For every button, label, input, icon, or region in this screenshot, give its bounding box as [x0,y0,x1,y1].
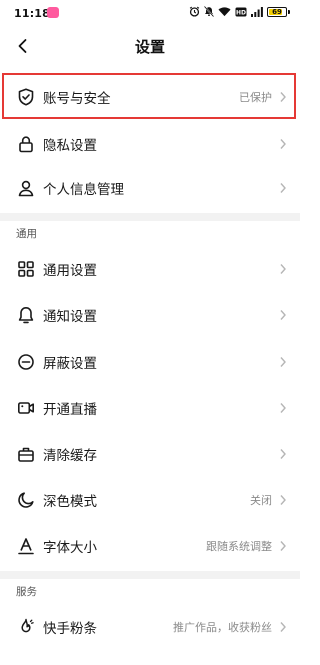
lock-icon [19,135,33,152]
start-live-label: 开通直播 [43,401,97,418]
clear-cache-label: 清除缓存 [43,447,97,464]
status-bar: 11:18 HD 69 [0,0,300,26]
nav-bar: 设置 [0,28,300,64]
section-divider [0,571,300,579]
start-live-row[interactable]: 开通直播 [0,384,300,431]
signal-icon [251,6,263,17]
font-size-label: 字体大小 [43,539,97,556]
alarm-icon [189,6,200,17]
general-section-header: 通用 [16,228,37,240]
chevron-right-icon [280,494,286,505]
chevron-right-icon [280,448,286,459]
app-notification-icon [47,7,59,18]
section-divider [0,213,300,221]
dark-mode-value: 关闭 [250,493,272,507]
person-icon [18,180,34,196]
chevron-right-icon [280,540,286,551]
chevron-right-icon [280,621,286,632]
grid-icon [18,260,34,277]
kuaishou-fans-row[interactable]: 快手粉条 推广作品，收获粉丝 [0,603,300,650]
chevron-right-icon [280,309,286,320]
chevron-right-icon [280,263,286,274]
chevron-right-icon [280,402,286,413]
clear-cache-row[interactable]: 清除缓存 [0,430,300,477]
kuaishou-fans-value: 推广作品，收获粉丝 [173,620,272,634]
video-camera-icon [17,401,34,414]
privacy-settings-label: 隐私设置 [43,137,97,154]
notification-settings-row[interactable]: 通知设置 [0,291,300,338]
font-size-row[interactable]: 字体大小 跟随系统调整 [0,522,300,569]
privacy-settings-row[interactable]: 隐私设置 [0,120,300,167]
notification-settings-label: 通知设置 [43,308,97,325]
kuaishou-fans-label: 快手粉条 [43,620,97,637]
svg-text:HD: HD [236,9,246,16]
text-a-icon [18,537,34,554]
chevron-right-icon [280,182,286,193]
bell-icon [18,306,34,323]
hd-icon: HD [235,7,247,16]
highlight-box [2,73,296,119]
general-settings-row[interactable]: 通用设置 [0,245,300,292]
block-settings-label: 屏蔽设置 [43,355,97,372]
personal-info-label: 个人信息管理 [43,181,124,198]
battery-icon: 69 [267,6,290,17]
block-icon [18,353,34,370]
dark-mode-row[interactable]: 深色模式 关闭 [0,476,300,523]
battery-level: 69 [272,7,282,16]
status-time: 11:18 [14,7,51,20]
personal-info-row[interactable]: 个人信息管理 [0,164,300,211]
page-title: 设置 [134,38,165,56]
general-settings-label: 通用设置 [43,262,97,279]
font-size-value: 跟随系统调整 [206,539,272,553]
briefcase-icon [18,447,34,462]
chevron-right-icon [280,138,286,149]
moon-icon [18,491,34,508]
status-icons: HD 69 [189,6,290,17]
dark-mode-label: 深色模式 [43,493,97,510]
wifi-icon [218,7,231,17]
service-section-header: 服务 [16,586,37,598]
mute-icon [204,6,214,17]
block-settings-row[interactable]: 屏蔽设置 [0,338,300,385]
chevron-right-icon [280,356,286,367]
fire-icon [21,618,34,632]
